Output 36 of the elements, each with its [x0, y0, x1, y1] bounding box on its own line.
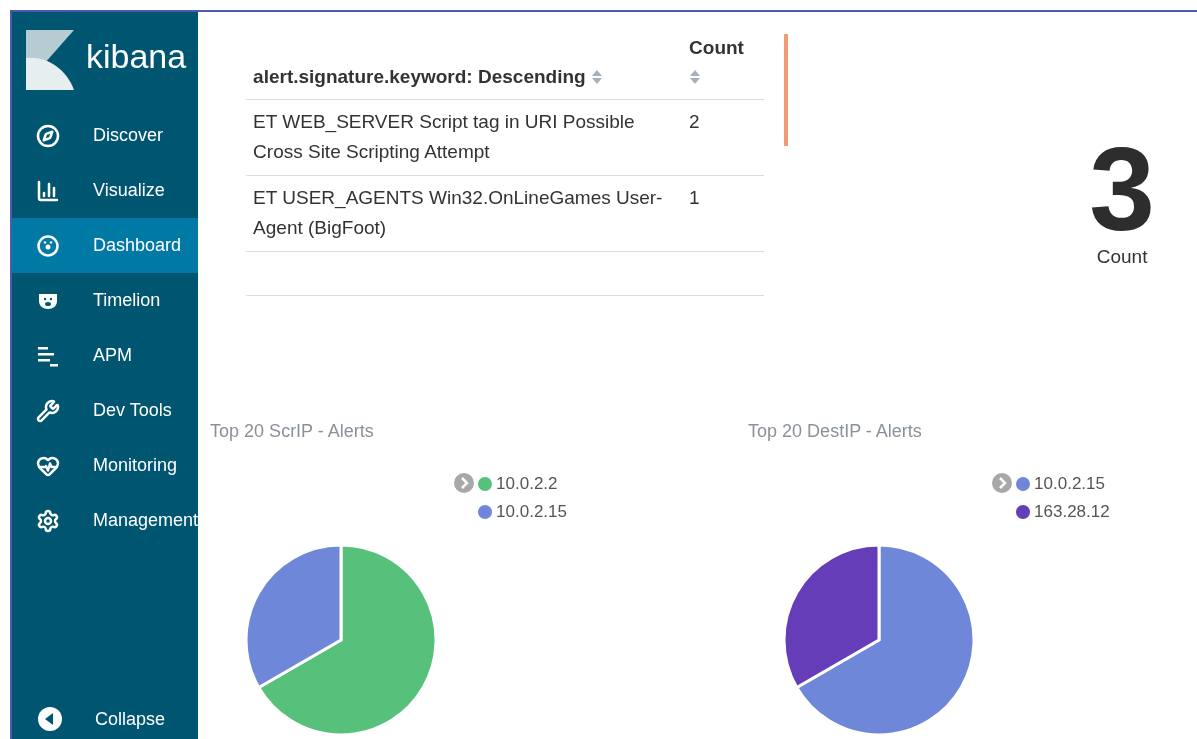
metric-value: 3: [1089, 139, 1155, 239]
compass-icon: [36, 123, 60, 148]
column-header[interactable]: alert.signature.keyword: Descending: [246, 34, 683, 100]
bar-chart-icon: [36, 178, 60, 203]
nav-item[interactable]: Visualize: [12, 163, 199, 218]
chart-title: Top 20 ScrIP - Alerts: [210, 420, 375, 443]
brand-name: kibana: [86, 39, 187, 77]
sort-icon[interactable]: [590, 69, 603, 86]
table-cell: 1: [682, 175, 765, 252]
table-cell: 2: [682, 99, 765, 176]
table-cell: ET USER_AGENTS Win32.OnLineGames User-Agent (BigFoot): [246, 175, 683, 252]
chevron-icon[interactable]: [454, 473, 475, 493]
dashboard-icon: [36, 233, 60, 258]
chart-title: Top 20 DestIP - Alerts: [748, 420, 923, 443]
nav-item[interactable]: Discover: [12, 108, 199, 163]
legend-label[interactable]: 163.28.12: [1034, 499, 1110, 525]
wrench-icon: [36, 398, 60, 423]
nav-item[interactable]: Dashboard: [12, 218, 199, 273]
table-cell: ET WEB_SERVER Script tag in URI Possible Cross Site Scripting Attempt: [246, 99, 683, 176]
column-header[interactable]: Count: [682, 34, 765, 100]
settings-icon: [36, 508, 60, 533]
metric-label: Count: [1096, 245, 1148, 269]
nav-item[interactable]: Timelion: [12, 273, 199, 328]
collapse-icon: [38, 707, 62, 731]
sort-icon[interactable]: [689, 69, 702, 86]
legend-label[interactable]: 10.0.2.2: [496, 471, 558, 497]
nav-item[interactable]: Management: [12, 493, 199, 548]
chevron-icon[interactable]: [992, 473, 1013, 493]
resize-handle[interactable]: [784, 34, 789, 146]
nav-item[interactable]: APM: [12, 328, 199, 383]
nav-item[interactable]: Dev Tools: [12, 383, 199, 438]
nav-item[interactable]: Monitoring: [12, 438, 199, 493]
legend-label[interactable]: 10.0.2.15: [496, 499, 567, 525]
logo-icon: [26, 30, 74, 90]
legend-label[interactable]: 10.0.2.15: [1034, 471, 1105, 497]
collapse-button[interactable]: Collapse: [12, 699, 199, 739]
